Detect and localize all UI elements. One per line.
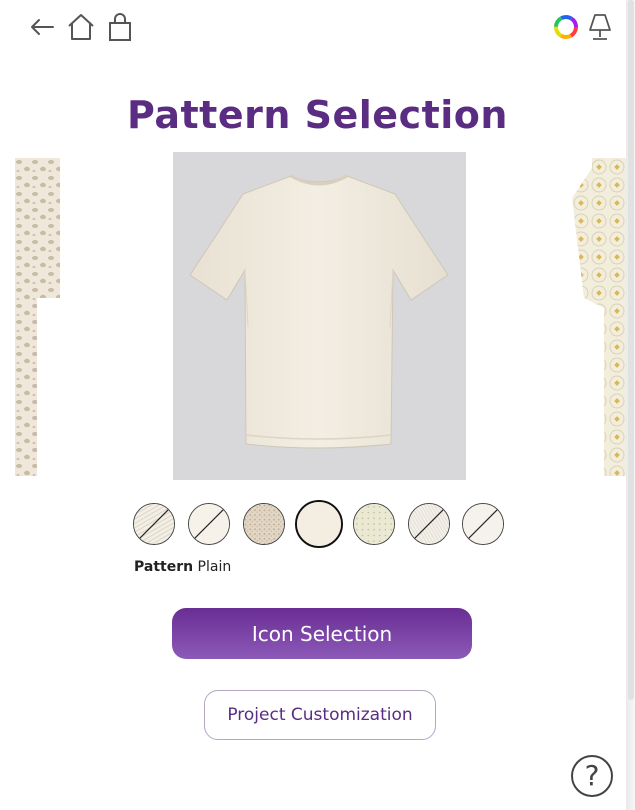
lamp-icon[interactable]	[585, 12, 615, 42]
pattern-info-value: Plain	[197, 559, 232, 575]
garment-preview	[173, 152, 466, 480]
icon-selection-button[interactable]: Icon Selection	[172, 608, 472, 659]
swatch-diagonal-stroke[interactable]	[462, 503, 504, 545]
swatch-speckled[interactable]	[243, 503, 285, 545]
swatch-fine-lines[interactable]	[408, 503, 450, 545]
previous-pattern-preview[interactable]	[15, 158, 60, 476]
pattern-info: Pattern Plain	[134, 559, 231, 575]
help-icon[interactable]: ?	[571, 755, 613, 797]
next-pattern-preview[interactable]	[572, 158, 626, 476]
pattern-info-label: Pattern	[134, 559, 194, 575]
shopping-bag-icon[interactable]	[106, 12, 136, 42]
pattern-swatches	[133, 500, 513, 548]
swatch-dotted[interactable]	[353, 503, 395, 545]
project-customization-button[interactable]: Project Customization	[204, 690, 436, 740]
color-wheel-icon[interactable]	[551, 12, 581, 42]
back-arrow-icon[interactable]	[27, 12, 57, 42]
page-title: Pattern Selection	[127, 93, 508, 138]
home-icon[interactable]	[66, 12, 96, 42]
swatch-plain-light[interactable]	[188, 503, 230, 545]
tshirt-image	[189, 174, 449, 449]
swatch-plain[interactable]	[295, 500, 343, 548]
swatch-diagonal-lines[interactable]	[133, 503, 175, 545]
